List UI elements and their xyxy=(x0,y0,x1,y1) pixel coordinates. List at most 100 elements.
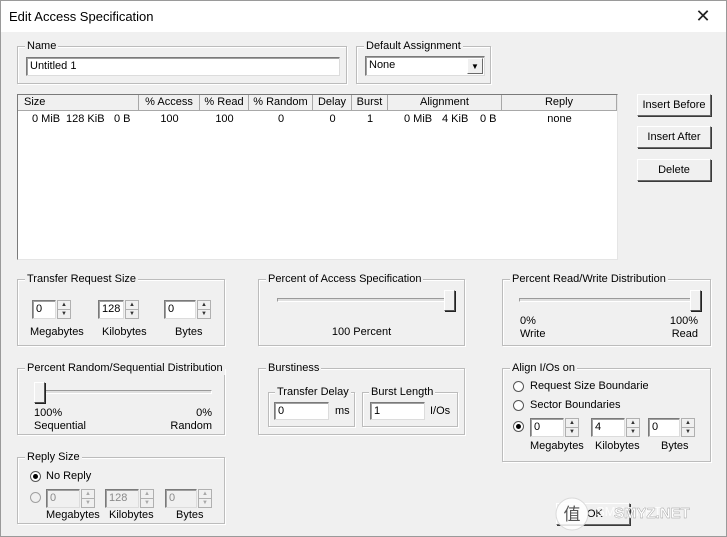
spin-down-icon[interactable]: ▼ xyxy=(82,499,94,508)
spin-up-icon[interactable]: ▲ xyxy=(199,490,211,499)
spin-down-icon[interactable]: ▼ xyxy=(58,310,70,319)
col-header-random[interactable]: % Random xyxy=(249,95,313,111)
transfer-kilobytes-spinner[interactable]: ▲ ▼ xyxy=(125,300,139,319)
random-sequential-track[interactable] xyxy=(34,390,212,394)
col-header-delay[interactable]: Delay xyxy=(313,95,352,111)
reply-custom-radio[interactable] xyxy=(30,492,41,503)
spin-up-icon[interactable]: ▲ xyxy=(126,301,138,310)
cell-align-mib: 0 MiB xyxy=(404,113,433,125)
spin-down-icon[interactable]: ▼ xyxy=(198,310,210,319)
spin-down-icon[interactable]: ▼ xyxy=(141,499,153,508)
spin-down-icon[interactable]: ▼ xyxy=(682,428,694,437)
radio-selected-dot xyxy=(516,424,521,429)
spin-up-icon[interactable]: ▲ xyxy=(58,301,70,310)
align-bytes-input[interactable]: 0 xyxy=(648,418,680,437)
burstiness-group: Burstiness Transfer Delay 0 ms Burst Len… xyxy=(258,362,465,435)
insert-after-button[interactable]: Insert After xyxy=(637,126,711,148)
percent-access-caption: 100 Percent xyxy=(331,326,392,338)
percent-access-group: Percent of Access Specification 100 Perc… xyxy=(258,273,465,346)
default-assignment-select[interactable]: None ▼ xyxy=(365,56,485,76)
spin-up-icon[interactable]: ▲ xyxy=(141,490,153,499)
name-group: Name Untitled 1 xyxy=(17,40,347,84)
burst-length-legend: Burst Length xyxy=(369,386,436,399)
transfer-megabytes-input[interactable]: 0 xyxy=(32,300,56,319)
read-write-legend: Percent Read/Write Distribution xyxy=(510,273,668,286)
percent-access-slider[interactable] xyxy=(444,290,455,311)
watermark-logo: 值 SMYZ.NET SMYZ.NET xyxy=(555,497,690,531)
no-reply-label[interactable]: No Reply xyxy=(46,470,91,482)
reply-size-legend: Reply Size xyxy=(25,451,82,464)
align-megabytes-label: Megabytes xyxy=(530,440,584,452)
align-kilobytes-spinner[interactable]: ▲ ▼ xyxy=(626,418,640,437)
align-custom-radio[interactable] xyxy=(513,421,524,432)
align-request-size-label[interactable]: Request Size Boundaries xyxy=(530,380,648,392)
transfer-request-size-group: Transfer Request Size 0 ▲ ▼ 128 ▲ ▼ 0 ▲ ▼ M… xyxy=(17,273,225,346)
sequential-percent: 100% xyxy=(34,407,63,419)
transfer-bytes-input[interactable]: 0 xyxy=(164,300,196,319)
col-header-reply[interactable]: Reply xyxy=(502,95,617,111)
col-header-size[interactable]: Size xyxy=(18,95,139,111)
reply-kilobytes-input[interactable]: 128 xyxy=(105,489,139,508)
random-sequential-legend: Percent Random/Sequential Distribution xyxy=(25,362,225,375)
default-assignment-value: None xyxy=(369,59,396,71)
percent-access-track[interactable] xyxy=(277,298,455,302)
spin-down-icon[interactable]: ▼ xyxy=(627,428,639,437)
align-sector-label[interactable]: Sector Boundaries xyxy=(530,399,621,411)
insert-before-button[interactable]: Insert Before xyxy=(637,94,711,116)
spin-down-icon[interactable]: ▼ xyxy=(566,428,578,437)
transfer-kilobytes-input[interactable]: 128 xyxy=(98,300,124,319)
reply-megabytes-label: Megabytes xyxy=(46,509,100,521)
reply-bytes-spinner[interactable]: ▲ ▼ xyxy=(198,489,212,508)
name-legend: Name xyxy=(25,40,59,53)
transfer-delay-legend: Transfer Delay xyxy=(275,386,351,399)
cell-align-b: 0 B xyxy=(480,113,497,125)
dropdown-arrow-icon[interactable]: ▼ xyxy=(467,58,483,74)
transfer-megabytes-spinner[interactable]: ▲ ▼ xyxy=(57,300,71,319)
reply-kilobytes-label: Kilobytes xyxy=(109,509,154,521)
align-ios-legend: Align I/Os on xyxy=(510,362,577,375)
read-write-track[interactable] xyxy=(519,298,701,302)
access-spec-table[interactable]: Size % Access % Read % Random Delay Burs… xyxy=(17,94,618,260)
col-header-access[interactable]: % Access xyxy=(139,95,200,111)
close-icon: ✕ xyxy=(695,6,711,26)
delete-button[interactable]: Delete xyxy=(637,159,711,181)
reply-megabytes-spinner[interactable]: ▲ ▼ xyxy=(81,489,95,508)
close-button[interactable]: ✕ xyxy=(680,1,726,32)
col-header-burst[interactable]: Burst xyxy=(352,95,388,111)
spin-down-icon[interactable]: ▼ xyxy=(126,310,138,319)
spin-down-icon[interactable]: ▼ xyxy=(199,499,211,508)
cell-align-kib: 4 KiB xyxy=(442,113,469,125)
align-bytes-spinner[interactable]: ▲ ▼ xyxy=(681,418,695,437)
no-reply-radio[interactable] xyxy=(30,471,41,482)
cell-access: 100 xyxy=(160,113,179,125)
reply-megabytes-input[interactable]: 0 xyxy=(46,489,80,508)
align-request-size-radio[interactable] xyxy=(513,381,524,392)
align-megabytes-spinner[interactable]: ▲ ▼ xyxy=(565,418,579,437)
random-sequential-slider[interactable] xyxy=(34,382,45,403)
spin-up-icon[interactable]: ▲ xyxy=(627,419,639,428)
col-header-alignment[interactable]: Alignment xyxy=(388,95,502,111)
cell-read: 100 xyxy=(215,113,234,125)
align-ios-group: Align I/Os on Request Size Boundaries Se… xyxy=(502,362,711,462)
transfer-bytes-spinner[interactable]: ▲ ▼ xyxy=(197,300,211,319)
transfer-delay-input[interactable]: 0 xyxy=(274,402,329,420)
align-megabytes-input[interactable]: 0 xyxy=(530,418,564,437)
read-percent: 100% xyxy=(669,315,698,327)
watermark-glyph: 值 xyxy=(564,505,581,525)
name-input[interactable]: Untitled 1 xyxy=(26,57,340,76)
spin-up-icon[interactable]: ▲ xyxy=(682,419,694,428)
reply-bytes-label: Bytes xyxy=(176,509,204,521)
title-bar: Edit Access Specification ✕ xyxy=(1,1,726,32)
cell-delay: 0 xyxy=(329,113,336,125)
spin-up-icon[interactable]: ▲ xyxy=(82,490,94,499)
reply-kilobytes-spinner[interactable]: ▲ ▼ xyxy=(140,489,154,508)
burst-length-input[interactable]: 1 xyxy=(370,402,425,420)
col-header-read[interactable]: % Read xyxy=(200,95,249,111)
align-sector-radio[interactable] xyxy=(513,400,524,411)
transfer-size-legend: Transfer Request Size xyxy=(25,273,139,286)
align-kilobytes-input[interactable]: 4 xyxy=(591,418,625,437)
spin-up-icon[interactable]: ▲ xyxy=(566,419,578,428)
reply-bytes-input[interactable]: 0 xyxy=(165,489,197,508)
spin-up-icon[interactable]: ▲ xyxy=(198,301,210,310)
read-write-slider[interactable] xyxy=(690,290,701,311)
